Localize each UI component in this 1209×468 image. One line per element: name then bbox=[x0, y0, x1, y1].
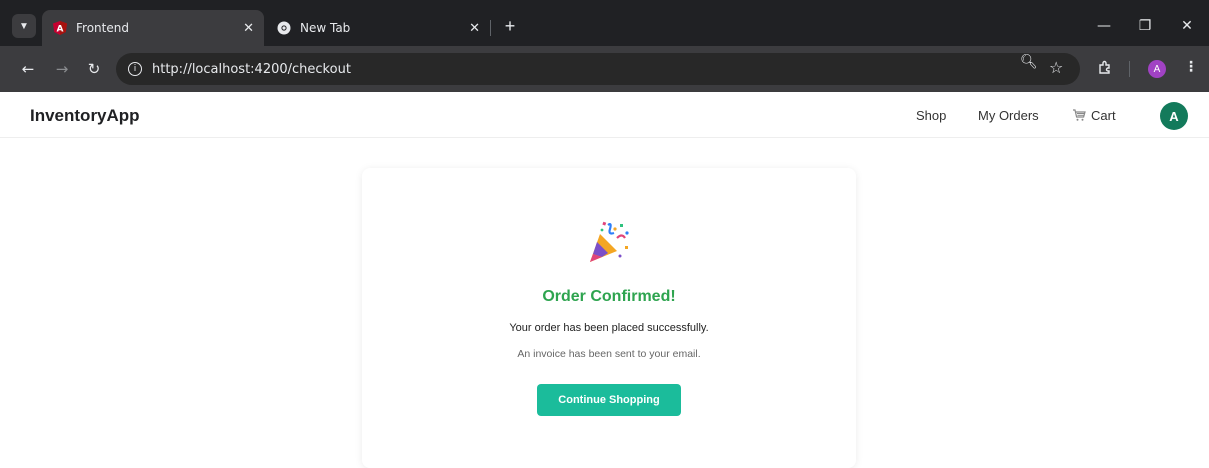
extensions-icon[interactable] bbox=[1097, 59, 1113, 79]
brand-logo[interactable]: InventoryApp bbox=[30, 106, 140, 126]
user-avatar[interactable]: A bbox=[1160, 102, 1188, 130]
minimize-button[interactable]: — bbox=[1089, 14, 1119, 38]
tab-separator bbox=[490, 20, 491, 36]
toolbar-separator bbox=[1129, 61, 1130, 77]
nav-shop-link[interactable]: Shop bbox=[916, 108, 946, 123]
close-icon: ✕ bbox=[1181, 18, 1193, 34]
chevron-down-icon: ▼ bbox=[19, 20, 29, 32]
continue-shopping-button[interactable]: Continue Shopping bbox=[537, 384, 681, 416]
invoice-note: An invoice has been sent to your email. bbox=[517, 348, 701, 360]
plus-icon: + bbox=[504, 15, 516, 36]
browser-profile-avatar[interactable]: A bbox=[1148, 60, 1166, 78]
arrow-left-icon: ← bbox=[21, 60, 35, 78]
app-navbar: InventoryApp Shop My Orders Cart A bbox=[0, 92, 1209, 138]
confirmation-title: Order Confirmed! bbox=[542, 288, 676, 305]
arrow-right-icon: → bbox=[55, 60, 69, 78]
nav-cart-link[interactable]: Cart bbox=[1072, 108, 1116, 123]
close-icon[interactable]: ✕ bbox=[243, 21, 254, 36]
close-window-button[interactable]: ✕ bbox=[1172, 14, 1202, 38]
reload-icon: ↻ bbox=[87, 60, 101, 78]
site-info-icon[interactable]: i bbox=[128, 62, 142, 76]
tab-search-button[interactable]: ▼ bbox=[12, 14, 36, 38]
new-tab-button[interactable]: + bbox=[498, 14, 522, 38]
cart-icon bbox=[1072, 109, 1086, 122]
angular-favicon-icon: A bbox=[52, 20, 68, 36]
tab-title: Frontend bbox=[76, 21, 129, 35]
svg-text:A: A bbox=[57, 25, 64, 35]
restore-icon: ❐ bbox=[1138, 18, 1152, 34]
order-confirmation-card: Order Confirmed! Your order has been pla… bbox=[362, 168, 856, 468]
more-menu-icon[interactable]: ⋮ bbox=[1184, 59, 1198, 75]
nav-my-orders-link[interactable]: My Orders bbox=[978, 108, 1039, 123]
close-icon[interactable]: ✕ bbox=[469, 21, 480, 36]
party-popper-icon bbox=[587, 218, 631, 264]
confirmation-message: Your order has been placed successfully. bbox=[509, 322, 709, 334]
tab-frontend[interactable]: A Frontend ✕ bbox=[42, 10, 264, 46]
zoom-icon[interactable]: 🔍︎ bbox=[1020, 54, 1038, 70]
tab-strip: ▼ A Frontend ✕ New Tab ✕ + — ❐ ✕ bbox=[0, 8, 1209, 46]
tab-new-tab[interactable]: New Tab ✕ bbox=[266, 10, 490, 46]
tab-title: New Tab bbox=[300, 21, 351, 35]
window-top-bar bbox=[0, 0, 1209, 8]
chrome-icon bbox=[276, 20, 292, 36]
back-button[interactable]: ← bbox=[16, 57, 40, 81]
address-bar[interactable]: i http://localhost:4200/checkout bbox=[116, 53, 1080, 85]
url-text: http://localhost:4200/checkout bbox=[152, 61, 351, 77]
checkout-page: Order Confirmed! Your order has been pla… bbox=[0, 138, 1209, 468]
forward-button[interactable]: → bbox=[50, 57, 74, 81]
restore-button[interactable]: ❐ bbox=[1130, 14, 1160, 38]
cart-label: Cart bbox=[1091, 108, 1116, 123]
minimize-icon: — bbox=[1097, 18, 1111, 34]
browser-toolbar: ← → ↻ i http://localhost:4200/checkout 🔍… bbox=[0, 46, 1209, 92]
bookmark-star-icon[interactable]: ☆ bbox=[1049, 58, 1063, 77]
reload-button[interactable]: ↻ bbox=[82, 57, 106, 81]
